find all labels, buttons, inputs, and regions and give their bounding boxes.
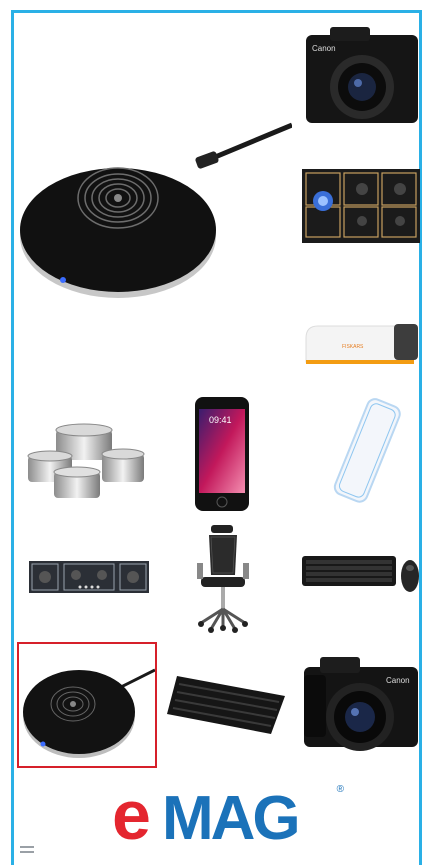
product-tile-gas-hob-long[interactable] bbox=[28, 557, 150, 597]
product-tile-keyboard-mouse-combo[interactable] bbox=[300, 548, 422, 596]
phone-clock: 09:41 bbox=[209, 415, 232, 425]
knife-sharpener-image: FISKARS bbox=[305, 324, 418, 364]
logo-letter-e: e bbox=[112, 776, 151, 854]
product-tile-cookware-set[interactable] bbox=[20, 420, 152, 505]
smartphone-image: 09:41 bbox=[195, 397, 249, 511]
product-tile-office-chair[interactable] bbox=[193, 523, 255, 633]
svg-text:Canon: Canon bbox=[312, 44, 336, 53]
keyboard-mouse-image bbox=[302, 556, 419, 592]
product-tile-power-bank[interactable] bbox=[330, 395, 402, 507]
svg-text:Canon: Canon bbox=[386, 676, 410, 685]
wireless-charger-image bbox=[20, 122, 292, 298]
product-tile-knife-sharpener[interactable]: FISKARS bbox=[302, 318, 422, 368]
menu-icon[interactable] bbox=[20, 846, 34, 856]
product-tile-camera-with-lens[interactable]: Canon bbox=[300, 655, 422, 760]
office-chair-image bbox=[197, 525, 249, 633]
emag-logo[interactable]: e MAG ® bbox=[108, 780, 344, 852]
product-tile-gas-hob[interactable] bbox=[300, 165, 422, 247]
illuminated-keyboard-image bbox=[167, 676, 285, 734]
product-tile-wireless-charger-selected[interactable] bbox=[17, 642, 157, 768]
camera-image: Canon bbox=[306, 27, 418, 123]
logo-wordmark: MAG bbox=[162, 784, 301, 853]
camera-with-lens-image: Canon bbox=[304, 657, 418, 751]
gas-hob-long-image bbox=[29, 561, 149, 593]
wireless-charger-small-image bbox=[23, 668, 155, 758]
registered-mark: ® bbox=[336, 784, 344, 795]
product-tile-smartphone[interactable]: 09:41 bbox=[193, 395, 251, 513]
product-tile-wireless-charger-large[interactable] bbox=[18, 120, 292, 305]
svg-text:FISKARS: FISKARS bbox=[342, 344, 364, 350]
product-tile-mirrorless-camera[interactable]: Canon bbox=[300, 25, 422, 127]
cookware-image bbox=[27, 423, 145, 498]
gas-hob-image bbox=[302, 169, 420, 243]
product-tile-illuminated-keyboard[interactable] bbox=[165, 670, 287, 740]
power-bank-image bbox=[333, 398, 401, 503]
